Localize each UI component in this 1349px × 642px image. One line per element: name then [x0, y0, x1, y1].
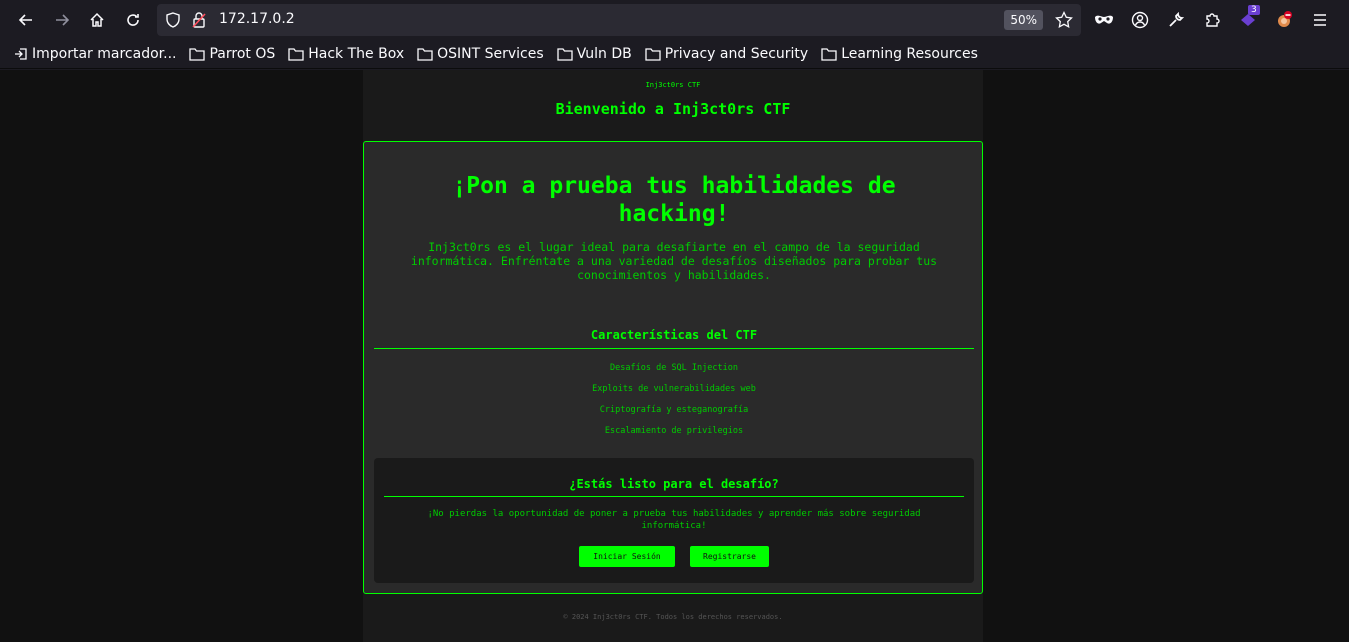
main-card: ¡Pon a prueba tus habilidades de hacking… [363, 141, 983, 594]
bookmark-hack-the-box[interactable]: Hack The Box [288, 46, 404, 62]
insecure-lock-icon[interactable] [191, 11, 207, 33]
bookmark-learning-resources[interactable]: Learning Resources [821, 46, 978, 62]
bookmark-label: Importar marcador... [32, 46, 177, 62]
extensions-icon[interactable] [1194, 2, 1230, 38]
bookmark-star-icon[interactable] [1055, 10, 1073, 33]
feature-item: Exploits de vulnerabilidades web [592, 384, 756, 394]
folder-icon [417, 48, 433, 61]
bookmark-label: Parrot OS [209, 46, 276, 62]
register-button[interactable]: Registrarse [690, 546, 769, 567]
bookmark-label: Learning Resources [841, 46, 978, 62]
hero-title: ¡Pon a prueba tus habilidades de hacking… [452, 173, 896, 227]
url-text[interactable]: 172.17.0.2 [219, 11, 295, 27]
folder-icon [821, 48, 837, 61]
folder-icon [557, 48, 573, 61]
cta-text: ¡No pierdas la oportunidad de poner a pr… [427, 509, 921, 531]
extension-blocker-icon[interactable] [1266, 2, 1302, 38]
bookmark-import[interactable]: Importar marcador... [14, 46, 176, 62]
menu-icon[interactable] [1302, 2, 1338, 38]
bookmark-vuln-db[interactable]: Vuln DB [557, 46, 632, 62]
folder-icon [288, 48, 304, 61]
features-list: Desafíos de SQL Injection Exploits de vu… [364, 363, 984, 447]
folder-icon [189, 48, 206, 61]
bookmark-privacy-security[interactable]: Privacy and Security [645, 46, 808, 62]
wrench-icon[interactable] [1158, 2, 1194, 38]
page-container: Inj3ct0rs CTF Bienvenido a Inj3ct0rs CTF… [363, 70, 983, 642]
footer-text: © 2024 Inj3ct0rs CTF. Todos los derechos… [563, 613, 783, 621]
bookmark-label: Vuln DB [576, 46, 632, 62]
cta-title: ¿Estás listo para el desafío? [569, 477, 779, 491]
bookmark-label: Hack The Box [308, 46, 405, 62]
bookmark-osint-services[interactable]: OSINT Services [417, 46, 544, 62]
features-divider [374, 348, 974, 349]
welcome-heading: Bienvenido a Inj3ct0rs CTF [555, 100, 791, 118]
bookmarks-bar: Importar marcador... Parrot OS Hack The … [0, 40, 1349, 69]
shield-icon[interactable] [165, 12, 181, 32]
cta-divider [384, 496, 964, 497]
page-viewport: Inj3ct0rs CTF Bienvenido a Inj3ct0rs CTF… [0, 70, 1349, 642]
extension-badge: 3 [1248, 5, 1260, 15]
feature-item: Desafíos de SQL Injection [610, 363, 738, 373]
account-icon[interactable] [1122, 2, 1158, 38]
bookmark-parrot-os[interactable]: Parrot OS [189, 46, 275, 62]
features-title: Características del CTF [590, 328, 758, 342]
folder-icon [645, 48, 661, 61]
import-icon [15, 48, 27, 60]
feature-item: Escalamiento de privilegios [604, 426, 744, 436]
zoom-indicator[interactable]: 50% [1004, 10, 1043, 30]
forward-icon[interactable] [44, 2, 80, 38]
feature-item: Criptografía y esteganografía [599, 405, 749, 415]
reload-icon[interactable] [115, 2, 151, 38]
login-button[interactable]: Iniciar Sesión [579, 546, 675, 567]
url-bar[interactable]: 172.17.0.2 50% [157, 4, 1081, 36]
bookmark-label: Privacy and Security [664, 46, 809, 62]
extension-purple-icon[interactable]: 3 [1230, 2, 1266, 38]
private-mask-icon[interactable] [1086, 2, 1122, 38]
hero-text: Inj3ct0rs es el lugar ideal para desafia… [410, 240, 938, 282]
bookmark-label: OSINT Services [437, 46, 544, 62]
home-icon[interactable] [79, 2, 115, 38]
site-brand: Inj3ct0rs CTF [645, 81, 701, 89]
cta-section: ¿Estás listo para el desafío? ¡No pierda… [374, 458, 974, 583]
back-icon[interactable] [8, 2, 44, 38]
browser-toolbar: 172.17.0.2 50% 3 [0, 0, 1349, 40]
